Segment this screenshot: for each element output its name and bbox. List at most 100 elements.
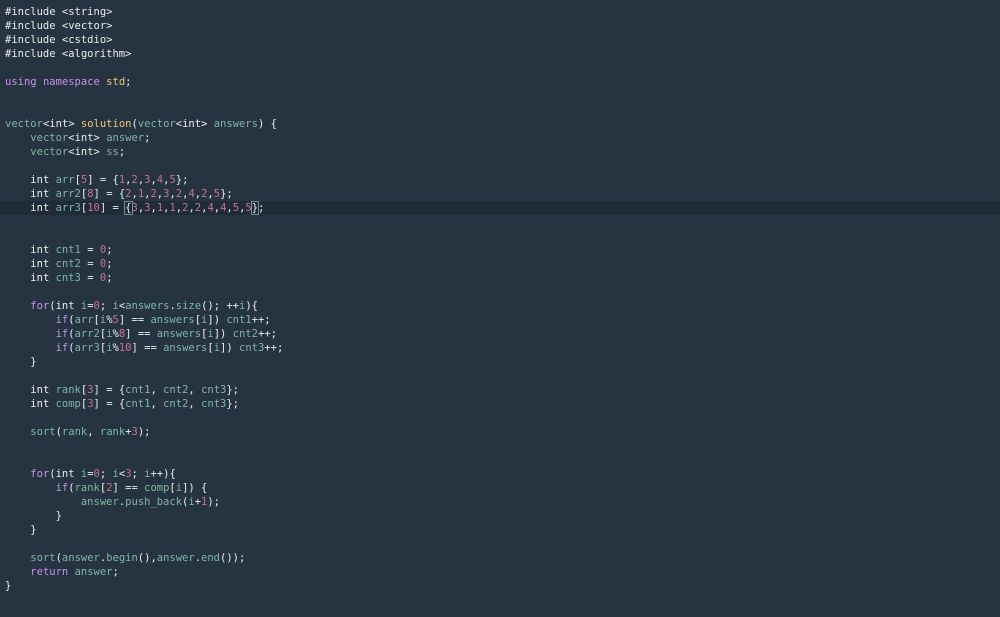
code-token: int [30, 384, 50, 396]
code-token: ) { [257, 118, 277, 130]
code-line[interactable]: using namespace std; [0, 75, 1000, 89]
code-line[interactable] [0, 89, 1000, 103]
code-line[interactable]: #include <algorithm> [0, 47, 1000, 61]
code-line[interactable] [0, 61, 1000, 75]
code-token: sort [30, 552, 56, 564]
code-line[interactable]: #include <vector> [0, 19, 1000, 33]
code-token: #include <vector> [5, 20, 113, 32]
code-line[interactable] [0, 369, 1000, 383]
code-token: if [55, 482, 69, 494]
code-token: push_back [125, 496, 183, 508]
code-token: > [93, 132, 107, 144]
code-line[interactable]: } [0, 355, 1000, 369]
code-line[interactable]: sort(answer.begin(),answer.end()); [0, 551, 1000, 565]
code-token: ] = { [93, 188, 126, 200]
code-token: cnt1 [125, 398, 151, 410]
code-token: using [5, 76, 37, 88]
code-line[interactable] [0, 537, 1000, 551]
code-token: ; [106, 244, 113, 256]
code-line[interactable]: #include <string> [0, 5, 1000, 19]
code-line[interactable] [0, 453, 1000, 467]
code-line[interactable]: int arr2[8] = {2,1,2,3,2,4,2,5}; [0, 187, 1000, 201]
code-line[interactable] [0, 411, 1000, 425]
code-token: answer [74, 566, 113, 578]
code-token: for [30, 300, 50, 312]
code-token: 5 [245, 202, 252, 214]
code-area[interactable]: #include <string> #include <vector> #inclu… [0, 5, 1000, 593]
code-token: ; [99, 300, 113, 312]
code-line[interactable]: if(rank[2] == comp[i]) { [0, 481, 1000, 495]
code-token: (), [137, 552, 157, 564]
code-token: vector [137, 118, 176, 130]
code-token: answers [163, 342, 208, 354]
code-line[interactable] [0, 285, 1000, 299]
code-line[interactable]: for(int i=0; i<answers.size(); ++i){ [0, 299, 1000, 313]
code-token: comp [144, 482, 170, 494]
code-token: int [30, 258, 50, 270]
code-token: cnt1 [125, 384, 151, 396]
code-token: end [201, 552, 220, 564]
code-token: ] = { [93, 398, 126, 410]
code-line[interactable]: if(arr2[i%8] == answers[i]) cnt2++; [0, 327, 1000, 341]
code-line[interactable] [0, 439, 1000, 453]
code-line[interactable]: if(arr3[i%10] == answers[i]) cnt3++; [0, 341, 1000, 355]
code-token: > [93, 146, 107, 158]
code-line[interactable]: answer.push_back(i+1); [0, 495, 1000, 509]
code-line[interactable]: if(arr[i%5] == answers[i]) cnt1++; [0, 313, 1000, 327]
code-line[interactable]: sort(rank, rank+3); [0, 425, 1000, 439]
code-line[interactable]: vector<int> answer; [0, 131, 1000, 145]
code-line[interactable]: return answer; [0, 565, 1000, 579]
code-token: > [201, 118, 214, 130]
code-token: int [30, 188, 50, 200]
code-token: ++; [257, 328, 277, 340]
code-line[interactable]: vector<int> ss; [0, 145, 1000, 159]
code-token: int [30, 174, 50, 186]
code-line[interactable]: int cnt2 = 0; [0, 257, 1000, 271]
code-line[interactable] [0, 103, 1000, 117]
code-token: answer [61, 552, 100, 564]
code-token: , [150, 398, 164, 410]
code-token: ] = { [93, 384, 126, 396]
code-token: ; [125, 76, 132, 88]
code-token: int [55, 300, 75, 312]
code-line[interactable]: #include <cstdio> [0, 33, 1000, 47]
code-editor[interactable]: #include <string> #include <vector> #inclu… [0, 0, 1000, 617]
code-token: int [49, 118, 69, 130]
code-token: }; [175, 174, 189, 186]
code-token: arr [55, 174, 75, 186]
code-token: cnt3 [201, 398, 227, 410]
code-token: answers [125, 300, 170, 312]
code-line[interactable]: int arr[5] = {1,2,3,4,5}; [0, 173, 1000, 187]
code-token: } [5, 510, 62, 522]
code-line[interactable]: for(int i=0; i<3; i++){ [0, 467, 1000, 481]
code-token: ; [131, 468, 145, 480]
code-token: int [30, 202, 50, 214]
code-line[interactable]: } [0, 579, 1000, 593]
code-line[interactable] [0, 229, 1000, 243]
code-token: ; [258, 202, 265, 214]
code-token: ] == [112, 482, 145, 494]
code-line[interactable]: vector<int> solution(vector<int> answers… [0, 117, 1000, 131]
code-token: ; [144, 132, 151, 144]
code-token: , [188, 384, 202, 396]
code-line[interactable]: } [0, 509, 1000, 523]
code-line[interactable]: int cnt3 = 0; [0, 271, 1000, 285]
code-line[interactable]: int rank[3] = {cnt1, cnt2, cnt3}; [0, 383, 1000, 397]
code-line[interactable]: int arr3[10] = {3,3,1,1,2,2,4,4,5,5}; [0, 201, 1000, 215]
code-token: vector [30, 146, 69, 158]
code-line[interactable]: int comp[3] = {cnt1, cnt2, cnt3}; [0, 397, 1000, 411]
code-line[interactable] [0, 215, 1000, 229]
code-line[interactable]: int cnt1 = 0; [0, 243, 1000, 257]
code-token: = [80, 272, 100, 284]
code-token: ()); [220, 552, 246, 564]
code-line[interactable]: } [0, 523, 1000, 537]
code-line[interactable] [0, 159, 1000, 173]
code-token: if [55, 328, 69, 340]
code-token: }; [226, 398, 240, 410]
code-token: cnt1 [55, 244, 81, 256]
code-token: answers [150, 314, 195, 326]
